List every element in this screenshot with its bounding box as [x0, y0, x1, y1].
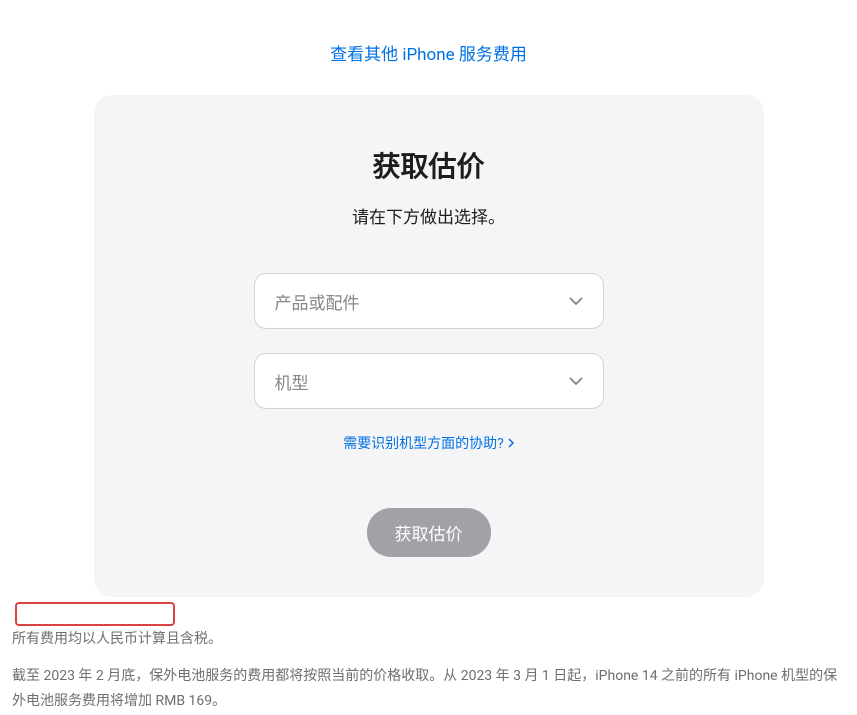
- help-link-text: 需要识别机型方面的协助?: [343, 433, 504, 453]
- product-select-wrapper: 产品或配件: [254, 273, 604, 329]
- get-estimate-button[interactable]: 获取估价: [367, 508, 491, 557]
- footer-text: 所有费用均以人民币计算且含税。 截至 2023 年 2 月底，保外电池服务的费用…: [0, 597, 857, 715]
- chevron-down-icon: [569, 377, 583, 385]
- model-select-wrapper: 机型: [254, 353, 604, 409]
- product-select[interactable]: 产品或配件: [254, 273, 604, 329]
- chevron-right-icon: [508, 438, 514, 448]
- identify-model-help-link[interactable]: 需要识别机型方面的协助?: [343, 433, 514, 453]
- footer-line-2: 截至 2023 年 2 月底，保外电池服务的费用都将按照当前的价格收取。从 20…: [12, 664, 845, 714]
- card-subtitle: 请在下方做出选择。: [134, 203, 724, 228]
- footer-line-1: 所有费用均以人民币计算且含税。: [12, 627, 845, 652]
- model-select[interactable]: 机型: [254, 353, 604, 409]
- model-select-placeholder: 机型: [275, 369, 309, 394]
- estimate-card: 获取估价 请在下方做出选择。 产品或配件 机型 需要识别机型方面的协助? 获取估…: [94, 95, 764, 597]
- product-select-placeholder: 产品或配件: [275, 289, 360, 314]
- card-title: 获取估价: [134, 145, 724, 185]
- other-services-link[interactable]: 查看其他 iPhone 服务费用: [330, 45, 527, 65]
- top-link-wrapper: 查看其他 iPhone 服务费用: [0, 0, 857, 95]
- chevron-down-icon: [569, 297, 583, 305]
- submit-wrapper: 获取估价: [134, 508, 724, 557]
